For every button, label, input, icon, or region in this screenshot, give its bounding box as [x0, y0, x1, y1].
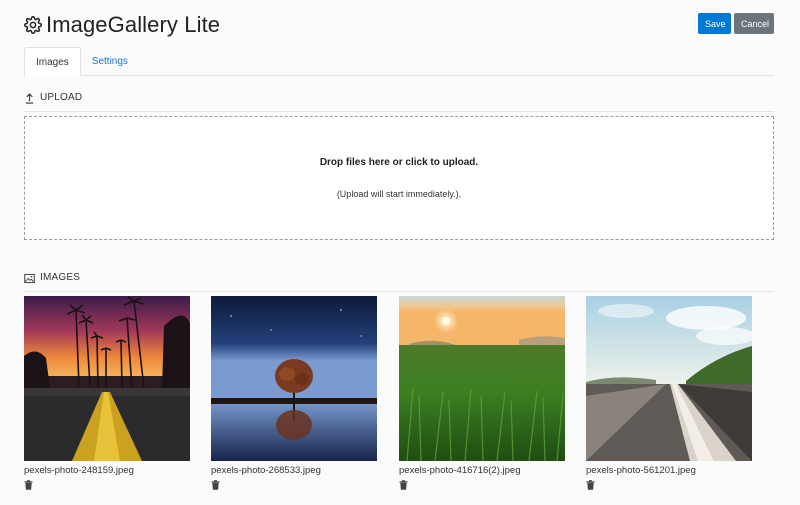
app-header: ImageGallery Lite [24, 12, 220, 38]
upload-section-label: UPLOAD [40, 92, 83, 103]
trash-icon[interactable] [586, 480, 595, 490]
trash-icon[interactable] [24, 480, 33, 490]
cancel-button[interactable]: Cancel [734, 13, 774, 34]
gallery-item: pexels-photo-248159.jpeg [24, 296, 190, 490]
image-thumbnail[interactable] [586, 296, 752, 461]
dropzone-note: (Upload will start immediately.). [336, 189, 462, 199]
gallery-item: pexels-photo-561201.jpeg [586, 296, 752, 490]
image-filename: pexels-photo-416716(2).jpeg [399, 465, 521, 476]
image-thumbnail[interactable] [211, 296, 377, 461]
image-thumbnail[interactable] [24, 296, 190, 461]
app-title: ImageGallery Lite [46, 12, 221, 37]
gear-icon [24, 16, 42, 34]
image-thumbnail[interactable] [399, 296, 565, 461]
upload-icon [25, 93, 34, 104]
gallery-item: pexels-photo-416716(2).jpeg [399, 296, 565, 490]
image-filename: pexels-photo-561201.jpeg [586, 465, 696, 476]
image-icon [24, 273, 35, 284]
image-filename: pexels-photo-268533.jpeg [211, 465, 321, 476]
tab-bar: Images Settings [24, 47, 774, 76]
trash-icon[interactable] [399, 480, 408, 490]
images-section-label: IMAGES [40, 272, 81, 283]
tab-images[interactable]: Images [24, 47, 81, 76]
dropzone-message: Drop files here or click to upload. [319, 157, 479, 168]
image-filename: pexels-photo-248159.jpeg [24, 465, 134, 476]
tab-settings[interactable]: Settings [81, 47, 139, 76]
gallery-item: pexels-photo-268533.jpeg [211, 296, 377, 490]
header-actions: Save Cancel [698, 13, 774, 34]
images-section-header: IMAGES [24, 272, 774, 292]
upload-section-header: UPLOAD [24, 92, 774, 112]
save-button[interactable]: Save [698, 13, 731, 34]
trash-icon[interactable] [211, 480, 220, 490]
upload-dropzone[interactable]: Drop files here or click to upload. (Upl… [24, 116, 774, 240]
